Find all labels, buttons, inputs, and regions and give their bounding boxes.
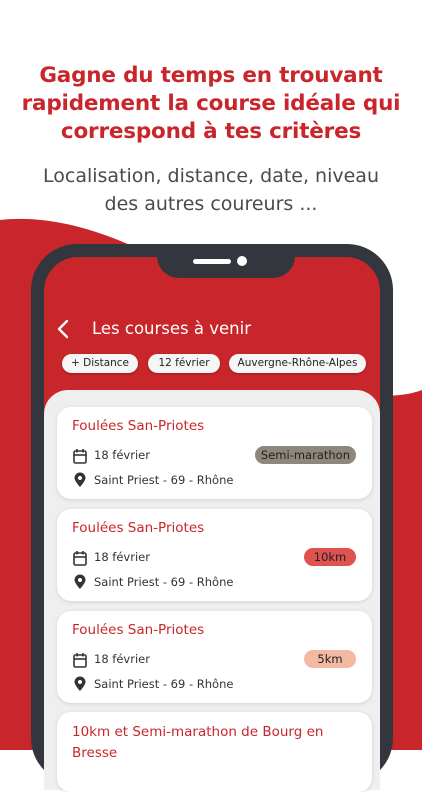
race-location: Saint Priest - 69 - Rhône <box>94 575 234 589</box>
filter-chip-date[interactable]: 12 février <box>148 354 220 373</box>
filter-chip-region[interactable]: Auvergne-Rhône-Alpes <box>229 354 366 373</box>
race-card[interactable]: 10km et Semi-marathon de Bourg en Bresse <box>57 712 372 792</box>
camera-dot <box>237 256 247 266</box>
race-name: Foulées San-Priotes <box>72 622 205 638</box>
race-card[interactable]: Foulées San-Priotes 18 février Saint Pri… <box>57 509 372 601</box>
calendar-icon <box>73 449 87 464</box>
headline-line: Gagne du temps en trouvant <box>39 63 383 88</box>
distance-badge: 10km <box>304 548 356 566</box>
distance-badge: Semi-marathon <box>254 446 356 464</box>
calendar-icon <box>73 551 87 566</box>
race-location: Saint Priest - 69 - Rhône <box>94 473 234 487</box>
race-card[interactable]: Foulées San-Priotes 18 février Saint Pri… <box>57 611 372 703</box>
race-date: 18 février <box>94 448 150 462</box>
location-pin-icon <box>74 574 86 589</box>
calendar-icon <box>73 653 87 668</box>
headline-line: rapidement la course idéale qui <box>21 91 401 116</box>
chevron-left-icon[interactable] <box>56 318 70 340</box>
race-card[interactable]: Foulées San-Priotes 18 février Saint Pri… <box>57 407 372 499</box>
filter-chip-distance[interactable]: + Distance <box>62 354 138 373</box>
distance-badge: 5km <box>304 650 356 668</box>
speaker-bar <box>193 259 231 264</box>
race-name: Foulées San-Priotes <box>72 418 205 434</box>
location-pin-icon <box>74 676 86 691</box>
race-name: Foulées San-Priotes <box>72 520 205 536</box>
page-title: Les courses à venir <box>92 319 251 338</box>
location-pin-icon <box>74 472 86 487</box>
headline-line: correspond à tes critères <box>60 119 362 144</box>
race-name: 10km et Semi-marathon de Bourg en Bresse <box>72 724 324 761</box>
subline-line: Localisation, distance, date, niveau <box>43 165 379 187</box>
race-date: 18 février <box>94 652 150 666</box>
race-location: Saint Priest - 69 - Rhône <box>94 677 234 691</box>
race-date: 18 février <box>94 550 150 564</box>
headline: Gagne du temps en trouvant rapidement la… <box>0 62 422 146</box>
